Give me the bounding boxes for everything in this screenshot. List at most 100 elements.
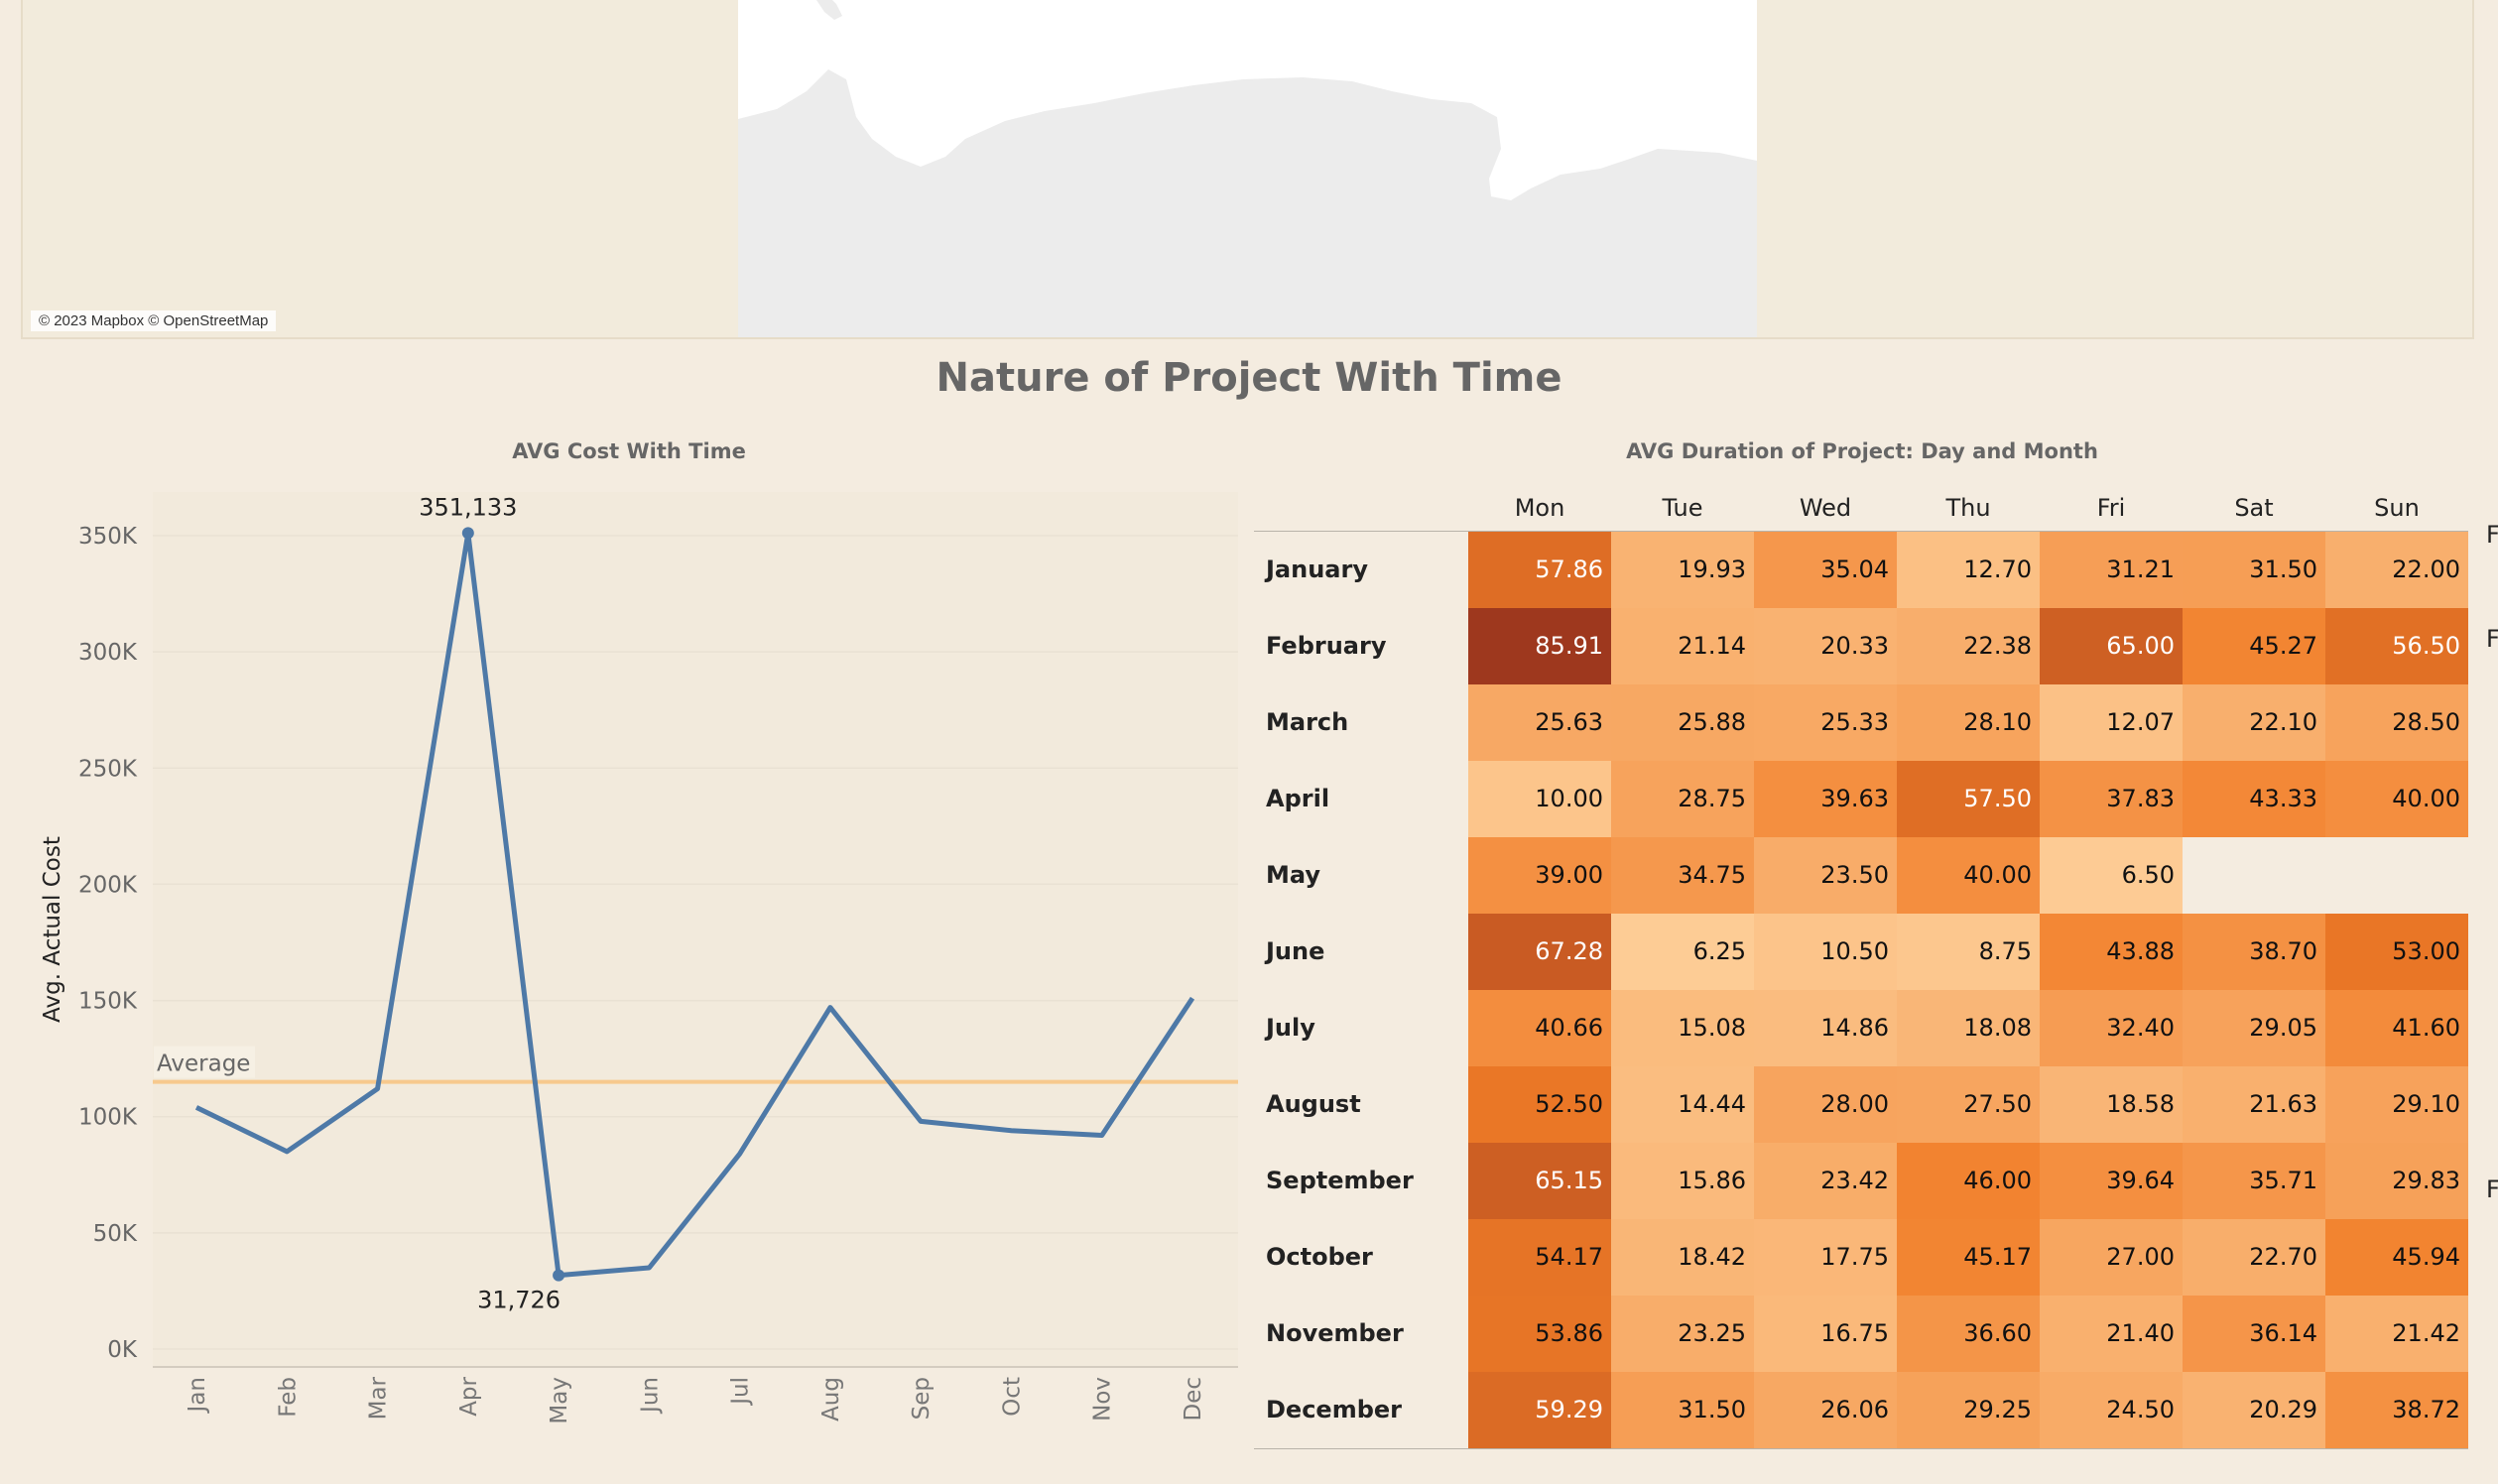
heatmap-cell: 18.58: [2040, 1066, 2183, 1143]
row-label: April: [1266, 785, 1330, 812]
heatmap-cell: 45.94: [2325, 1219, 2468, 1296]
map-attribution[interactable]: © 2023 Mapbox © OpenStreetMap: [31, 310, 277, 331]
heatmap-cell: 34.75: [1611, 837, 1754, 914]
data-label: 31,726: [477, 1287, 561, 1314]
heatmap-cell: 14.86: [1754, 990, 1897, 1066]
heatmap-cell: 24.50: [2040, 1372, 2183, 1448]
heatmap-cell: 43.33: [2183, 761, 2325, 837]
heatmap-cell: 54.17: [1468, 1219, 1611, 1296]
heatmap-cell: 46.00: [1897, 1143, 2040, 1219]
heatmap-cell: 12.07: [2040, 684, 2183, 761]
heatmap-cell: 32.40: [2040, 990, 2183, 1066]
heatmap-cell: 53.00: [2325, 914, 2468, 990]
y-tick-label: 50K: [93, 1221, 138, 1247]
row-label: June: [1266, 937, 1325, 965]
clipped-legend-label: F: [2486, 1175, 2498, 1203]
heatmap-cell: 35.71: [2183, 1143, 2325, 1219]
heatmap-cell: 28.00: [1754, 1066, 1897, 1143]
line-chart-title: AVG Cost With Time: [512, 439, 746, 463]
column-header: Wed: [1799, 494, 1852, 522]
column-header: Sun: [2374, 494, 2420, 522]
heatmap-cell: 27.00: [2040, 1219, 2183, 1296]
x-tick-label: Apr: [456, 1376, 482, 1416]
heatmap-cell: 45.27: [2183, 608, 2325, 684]
row-label: January: [1266, 556, 1368, 583]
clipped-legend-label: F: [2486, 625, 2498, 653]
heatmap-title: AVG Duration of Project: Day and Month: [1626, 439, 2098, 463]
heatmap-cell: 59.29: [1468, 1372, 1611, 1448]
row-label: July: [1266, 1014, 1315, 1042]
row-label: October: [1266, 1243, 1373, 1271]
heatmap-cell: 16.75: [1754, 1296, 1897, 1372]
x-tick-label: Oct: [999, 1377, 1025, 1417]
row-label: December: [1266, 1396, 1403, 1423]
heatmap-cell: 25.63: [1468, 684, 1611, 761]
x-tick-label: Nov: [1090, 1377, 1116, 1422]
row-label: September: [1266, 1167, 1414, 1194]
x-tick-label: Sep: [909, 1377, 935, 1420]
heatmap-cell: 35.04: [1754, 532, 1897, 608]
heatmap-cell: 23.50: [1754, 837, 1897, 914]
x-tick-label: Jan: [185, 1377, 210, 1414]
heatmap-cell: 43.88: [2040, 914, 2183, 990]
y-tick-label: 150K: [78, 989, 138, 1015]
heatmap-cell: 85.91: [1468, 608, 1611, 684]
heatmap-cell: 31.50: [2183, 532, 2325, 608]
heatmap-cell: 45.17: [1897, 1219, 2040, 1296]
row-label: March: [1266, 708, 1349, 736]
heatmap-cell: 40.00: [1897, 837, 2040, 914]
heatmap-cell: 21.42: [2325, 1296, 2468, 1372]
map-view[interactable]: © 2023 Mapbox © OpenStreetMap: [21, 0, 2474, 339]
heatmap-cell: 38.70: [2183, 914, 2325, 990]
heatmap-cell: 39.63: [1754, 761, 1897, 837]
heatmap-cell: 10.00: [1468, 761, 1611, 837]
heatmap-cell: 65.00: [2040, 608, 2183, 684]
heatmap-cell: 25.33: [1754, 684, 1897, 761]
y-tick-label: 0K: [107, 1337, 138, 1363]
dashboard-title: Nature of Project With Time: [936, 355, 1562, 401]
heatmap-cell: 23.25: [1611, 1296, 1754, 1372]
heatmap-cell: 65.15: [1468, 1143, 1611, 1219]
heatmap-cell: 40.66: [1468, 990, 1611, 1066]
data-label: 351,133: [419, 493, 517, 521]
heatmap-cell: 29.25: [1897, 1372, 2040, 1448]
x-tick-label: May: [547, 1377, 572, 1424]
data-point-marker: [553, 1269, 565, 1282]
clipped-legend-label: F: [2486, 521, 2498, 549]
heatmap-cell: 8.75: [1897, 914, 2040, 990]
y-tick-label: 100K: [78, 1105, 138, 1131]
heatmap-cell: 37.83: [2040, 761, 2183, 837]
heatmap-cell: 18.08: [1897, 990, 2040, 1066]
heatmap-cell: 29.83: [2325, 1143, 2468, 1219]
map-canvas: [738, 0, 1757, 337]
heatmap-cell: 53.86: [1468, 1296, 1611, 1372]
heatmap-cell: 28.10: [1897, 684, 2040, 761]
row-label: August: [1266, 1090, 1361, 1118]
row-label: November: [1266, 1319, 1404, 1347]
x-tick-label: Mar: [366, 1376, 392, 1420]
average-label: Average: [157, 1051, 250, 1077]
heatmap-cell: 57.50: [1897, 761, 2040, 837]
row-label: May: [1266, 861, 1320, 889]
heatmap-cell: 28.75: [1611, 761, 1754, 837]
x-tick-label: Dec: [1181, 1377, 1206, 1422]
y-tick-label: 300K: [78, 640, 138, 666]
heatmap-cell: 52.50: [1468, 1066, 1611, 1143]
plot-area: [153, 492, 1238, 1367]
heatmap-cell: 12.70: [1897, 532, 2040, 608]
heatmap-cell: 31.21: [2040, 532, 2183, 608]
heatmap-cell: 31.50: [1611, 1372, 1754, 1448]
heatmap-cell: 38.72: [2325, 1372, 2468, 1448]
heatmap-cell: 39.64: [2040, 1143, 2183, 1219]
column-header: Fri: [2096, 494, 2126, 522]
heatmap-cell: 15.08: [1611, 990, 1754, 1066]
y-axis-title: Avg. Actual Cost: [40, 836, 65, 1023]
heatmap-cell: 10.50: [1754, 914, 1897, 990]
heatmap-cell: 14.44: [1611, 1066, 1754, 1143]
heatmap-cell: 18.42: [1611, 1219, 1754, 1296]
heatmap-cell: 25.88: [1611, 684, 1754, 761]
column-header: Tue: [1662, 494, 1703, 522]
bottom-divider: [1254, 1448, 2468, 1449]
x-tick-label: Jul: [728, 1377, 754, 1407]
column-header: Sat: [2234, 494, 2274, 522]
